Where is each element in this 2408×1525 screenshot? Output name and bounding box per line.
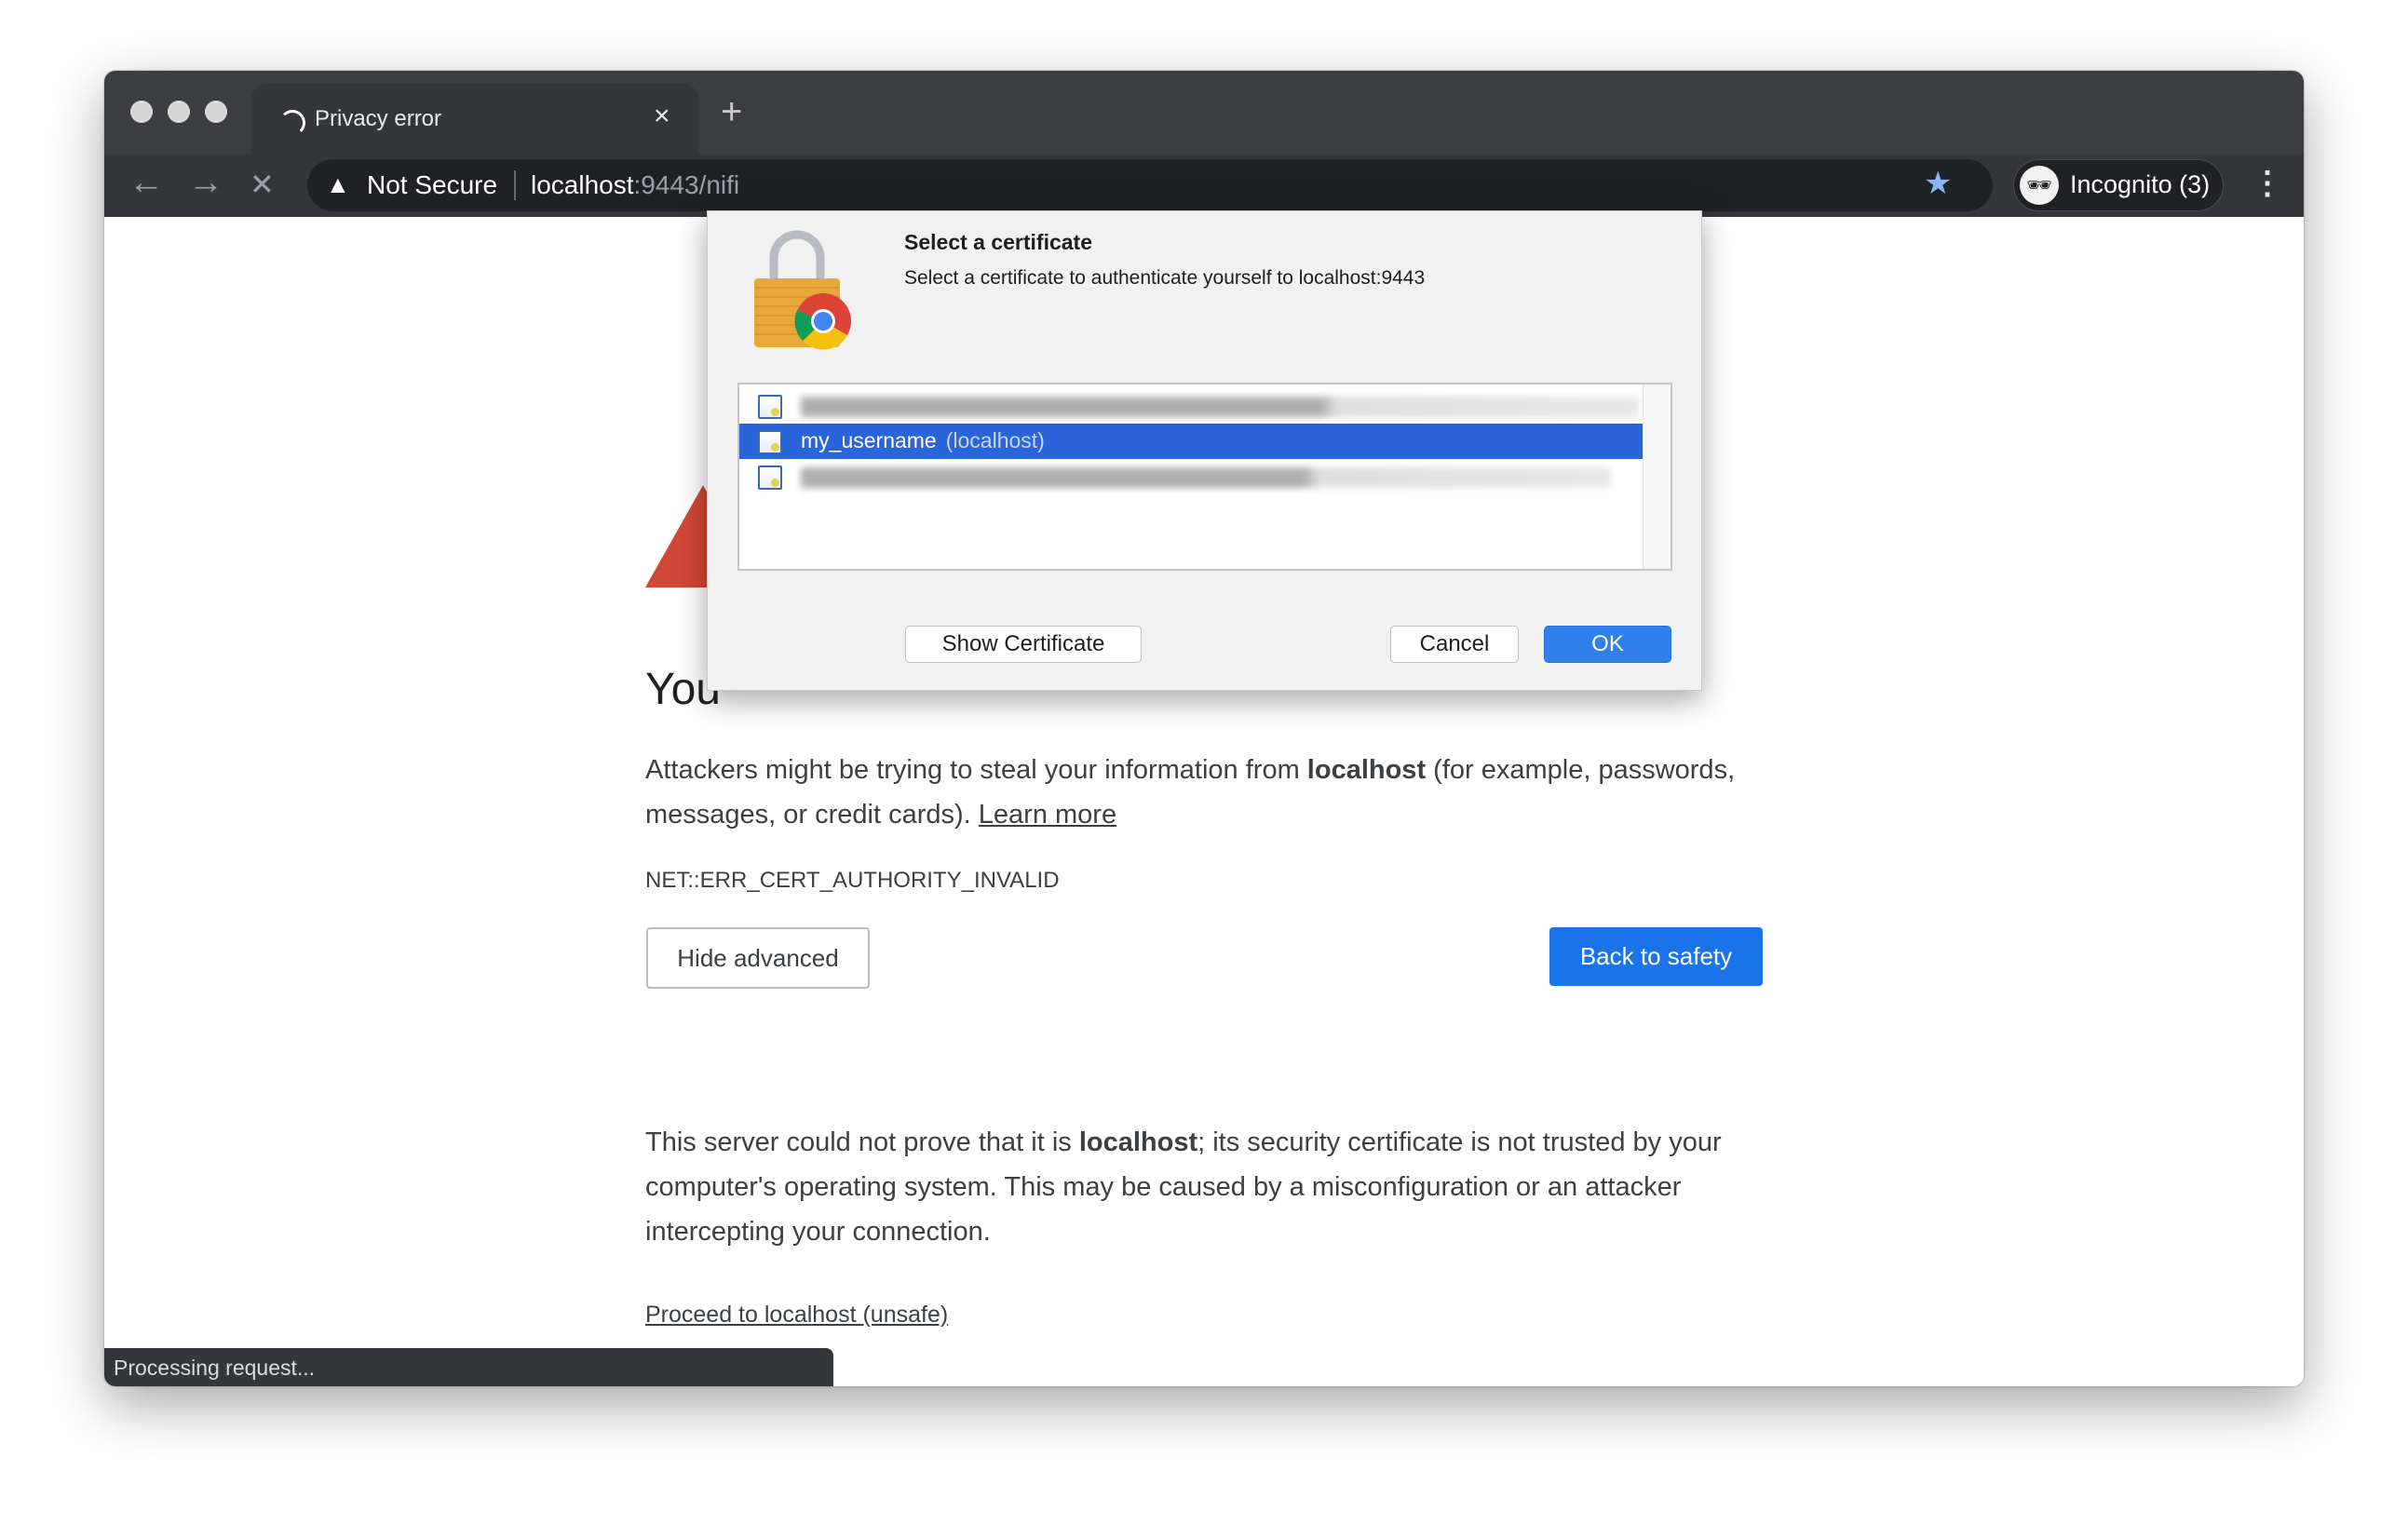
lock-chrome-icon <box>754 230 851 350</box>
warning-icon[interactable]: ▲ <box>326 170 350 199</box>
back-arrow-icon[interactable]: ← <box>129 163 164 203</box>
tab-title: Privacy error <box>315 106 442 131</box>
loading-spinner-icon <box>279 110 305 136</box>
details-paragraph: This server could not prove that it is l… <box>645 1120 1781 1254</box>
learn-more-link[interactable]: Learn more <box>979 800 1116 830</box>
certificate-icon <box>758 430 782 454</box>
not-secure-label[interactable]: Not Secure <box>367 170 497 200</box>
incognito-icon: 🕶 <box>2020 166 2059 205</box>
text: Attackers might be trying to steal your … <box>645 755 1307 785</box>
certificate-row-blurred[interactable] <box>739 459 1643 494</box>
certificate-icon <box>758 466 782 490</box>
certificate-label: my_username (localhost) <box>801 428 1045 453</box>
cert-name: my_username <box>801 428 937 452</box>
certificate-row-blurred[interactable] <box>739 388 1643 424</box>
forward-arrow-icon[interactable]: → <box>188 163 223 203</box>
toolbar: ← → ✕ ▲ Not Secure localhost:9443/nifi ★… <box>104 154 2304 217</box>
text: This server could not prove that it is <box>645 1127 1079 1157</box>
host-bold: localhost <box>1306 755 1427 785</box>
redacted-certificate-name <box>801 467 1611 488</box>
stop-loading-icon[interactable]: ✕ <box>250 167 275 202</box>
ok-button[interactable]: OK <box>1544 626 1671 663</box>
certificate-row-selected[interactable]: my_username (localhost) <box>739 424 1643 459</box>
error-code: NET::ERR_CERT_AUTHORITY_INVALID <box>645 868 1060 893</box>
show-certificate-button[interactable]: Show Certificate <box>905 626 1142 663</box>
dialog-title: Select a certificate <box>904 230 1093 254</box>
bookmark-star-icon[interactable]: ★ <box>1924 165 1952 202</box>
url-text[interactable]: localhost:9443/nifi <box>531 170 739 200</box>
url-host: localhost <box>531 170 634 199</box>
back-to-safety-button[interactable]: Back to safety <box>1549 927 1763 986</box>
dialog-subtitle: Select a certificate to authenticate you… <box>904 267 1426 289</box>
hide-advanced-button[interactable]: Hide advanced <box>646 927 870 989</box>
status-bubble: Processing request... <box>104 1348 833 1386</box>
select-certificate-dialog: Select a certificate Select a certificat… <box>707 210 1702 691</box>
cert-issuer: (localhost) <box>945 428 1045 452</box>
list-scrollbar[interactable] <box>1643 385 1671 569</box>
minimize-window-button[interactable] <box>168 101 190 123</box>
attack-warning-paragraph: Attackers might be trying to steal your … <box>645 748 1781 837</box>
close-window-button[interactable] <box>130 101 153 123</box>
incognito-label: Incognito (3) <box>2070 170 2211 198</box>
new-tab-button[interactable]: + <box>721 91 742 133</box>
divider <box>514 170 516 200</box>
tab-close-icon[interactable]: × <box>654 101 670 132</box>
incognito-profile-button[interactable]: 🕶 Incognito (3) <box>2013 159 2224 211</box>
tab-bar: Privacy error × + <box>104 71 2304 154</box>
tab-privacy-error[interactable]: Privacy error × <box>251 84 698 154</box>
certificate-list[interactable]: my_username (localhost) <box>737 383 1672 571</box>
cancel-button[interactable]: Cancel <box>1390 626 1519 663</box>
proceed-unsafe-link[interactable]: Proceed to localhost (unsafe) <box>645 1302 948 1329</box>
more-menu-icon[interactable]: ⋮ <box>2252 165 2283 202</box>
zoom-window-button[interactable] <box>205 101 227 123</box>
url-path: :9443/nifi <box>633 170 740 199</box>
address-bar[interactable]: ▲ Not Secure localhost:9443/nifi ★ <box>307 159 1993 211</box>
certificate-icon <box>758 395 782 419</box>
redacted-certificate-name <box>801 397 1639 417</box>
host-bold: localhost <box>1078 1127 1198 1157</box>
